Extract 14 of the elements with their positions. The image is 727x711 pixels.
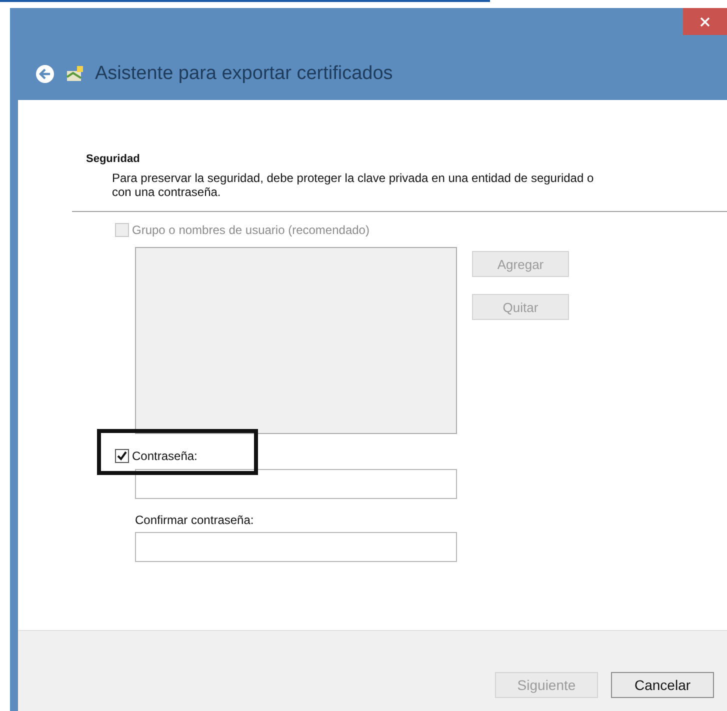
checkbox[interactable] [115, 449, 129, 463]
field-label: Confirmar contraseña: [135, 513, 254, 527]
checkbox-label: Grupo o nombres de usuario (recomendado) [132, 223, 370, 237]
password-field[interactable] [135, 469, 457, 499]
close-icon [700, 16, 710, 26]
close-button[interactable] [683, 8, 727, 35]
confirm-password-field[interactable] [135, 532, 457, 562]
window-title: Asistente para exportar certificados [95, 63, 393, 85]
section-description: Para preservar la seguridad, debe proteger la clave privada en una entidad de seguridad o con una contraseña. [112, 171, 595, 199]
checkbox-label: Contraseña: [132, 449, 198, 463]
user-list[interactable] [135, 247, 457, 434]
section-heading: Seguridad [86, 153, 141, 165]
certificate-icon [65, 65, 85, 83]
footer-button[interactable]: Cancelar [611, 672, 714, 698]
